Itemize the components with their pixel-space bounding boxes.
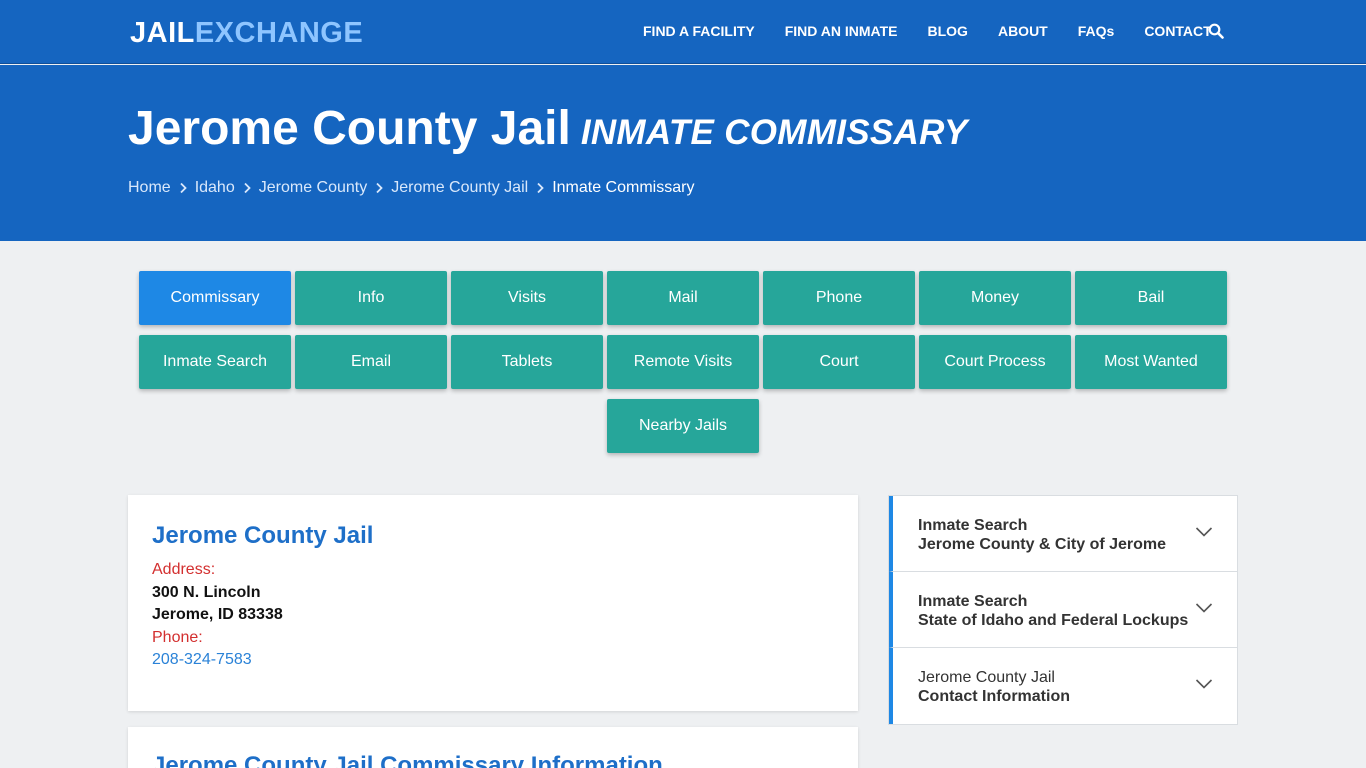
breadcrumb-jerome-county[interactable]: Jerome County: [259, 178, 368, 198]
sidebar-accordion: Inmate Search Jerome County & City of Je…: [888, 495, 1238, 725]
address-line-2: Jerome, ID 83338: [152, 606, 283, 623]
phone-label: Phone:: [152, 629, 203, 646]
nav-find-facility[interactable]: FIND A FACILITY: [643, 22, 755, 40]
nav-find-inmate[interactable]: FIND AN INMATE: [785, 22, 898, 40]
breadcrumb-idaho[interactable]: Idaho: [195, 178, 235, 198]
chevron-right-icon: [376, 182, 384, 194]
breadcrumb-current: Inmate Commissary: [552, 179, 695, 196]
site-logo[interactable]: JAILEXCHANGE: [130, 17, 363, 49]
button-inmate-search[interactable]: Inmate Search: [139, 335, 291, 389]
facility-title: Jerome County Jail: [152, 522, 374, 549]
accordion-item-subtitle: Jerome County & City of Jerome: [918, 536, 1167, 553]
address-line-1: 300 N. Lincoln: [152, 584, 261, 601]
button-nearby-jails[interactable]: Nearby Jails: [607, 399, 759, 453]
breadcrumb: Home Idaho Jerome County Jerome County J…: [128, 178, 694, 198]
button-remote-visits[interactable]: Remote Visits: [607, 335, 759, 389]
nav-faqs[interactable]: FAQs: [1078, 22, 1115, 40]
nav-about[interactable]: ABOUT: [998, 22, 1048, 40]
accordion-item-title: Jerome County Jail: [918, 669, 1055, 686]
breadcrumb-home[interactable]: Home: [128, 178, 171, 198]
page-subtitle: INMATE COMMISSARY: [580, 113, 968, 152]
commissary-info-card: Jerome County Jail Commissary Informatio…: [128, 727, 858, 768]
button-visits[interactable]: Visits: [451, 271, 603, 325]
nav-blog[interactable]: BLOG: [928, 22, 968, 40]
phone-link[interactable]: 208-324-7583: [152, 650, 252, 670]
button-mail[interactable]: Mail: [607, 271, 759, 325]
nav-contact[interactable]: CONTACT: [1144, 22, 1211, 40]
button-commissary[interactable]: Commissary: [139, 271, 291, 325]
chevron-down-icon[interactable]: [1195, 678, 1213, 690]
chevron-down-icon[interactable]: [1195, 526, 1213, 538]
button-email[interactable]: Email: [295, 335, 447, 389]
button-phone[interactable]: Phone: [763, 271, 915, 325]
accordion-item-title: Inmate Search: [918, 517, 1028, 534]
button-most-wanted[interactable]: Most Wanted: [1075, 335, 1227, 389]
accordion-item-title: Inmate Search: [918, 593, 1028, 610]
accordion-item-inmate-search-county[interactable]: Inmate Search Jerome County & City of Je…: [889, 496, 1237, 572]
button-info[interactable]: Info: [295, 271, 447, 325]
hero-banner: Jerome County Jail INMATE COMMISSARY Home…: [0, 65, 1366, 241]
chevron-right-icon: [244, 182, 251, 194]
page-title: Jerome County Jail INMATE COMMISSARY: [128, 101, 968, 161]
accordion-item-subtitle: Contact Information: [918, 688, 1070, 705]
accordion-item-subtitle: State of Idaho and Federal Lockups: [918, 612, 1189, 629]
page-title-main: Jerome County Jail: [128, 102, 571, 155]
button-court[interactable]: Court: [763, 335, 915, 389]
button-tablets[interactable]: Tablets: [451, 335, 603, 389]
button-bail[interactable]: Bail: [1075, 271, 1227, 325]
chevron-right-icon: [537, 182, 544, 194]
top-navbar: JAILEXCHANGE FIND A FACILITY FIND AN INM…: [0, 0, 1366, 64]
button-money[interactable]: Money: [919, 271, 1071, 325]
main-nav: FIND A FACILITY FIND AN INMATE BLOG ABOU…: [643, 22, 1212, 40]
commissary-info-title: Jerome County Jail Commissary Informatio…: [152, 752, 663, 768]
logo-jail-text: JAIL: [130, 17, 195, 49]
logo-exchange-text: EXCHANGE: [194, 17, 364, 49]
address-label: Address:: [152, 561, 216, 578]
accordion-item-contact-info[interactable]: Jerome County Jail Contact Information: [889, 648, 1237, 724]
accordion-item-inmate-search-state[interactable]: Inmate Search State of Idaho and Federal…: [889, 572, 1237, 648]
facility-card: Jerome County Jail Address: 300 N. Linco…: [128, 495, 858, 711]
button-court-process[interactable]: Court Process: [919, 335, 1071, 389]
chevron-down-icon[interactable]: [1195, 602, 1213, 614]
chevron-right-icon: [180, 182, 187, 194]
search-icon[interactable]: [1208, 23, 1224, 39]
breadcrumb-jerome-county-jail[interactable]: Jerome County Jail: [391, 178, 528, 198]
